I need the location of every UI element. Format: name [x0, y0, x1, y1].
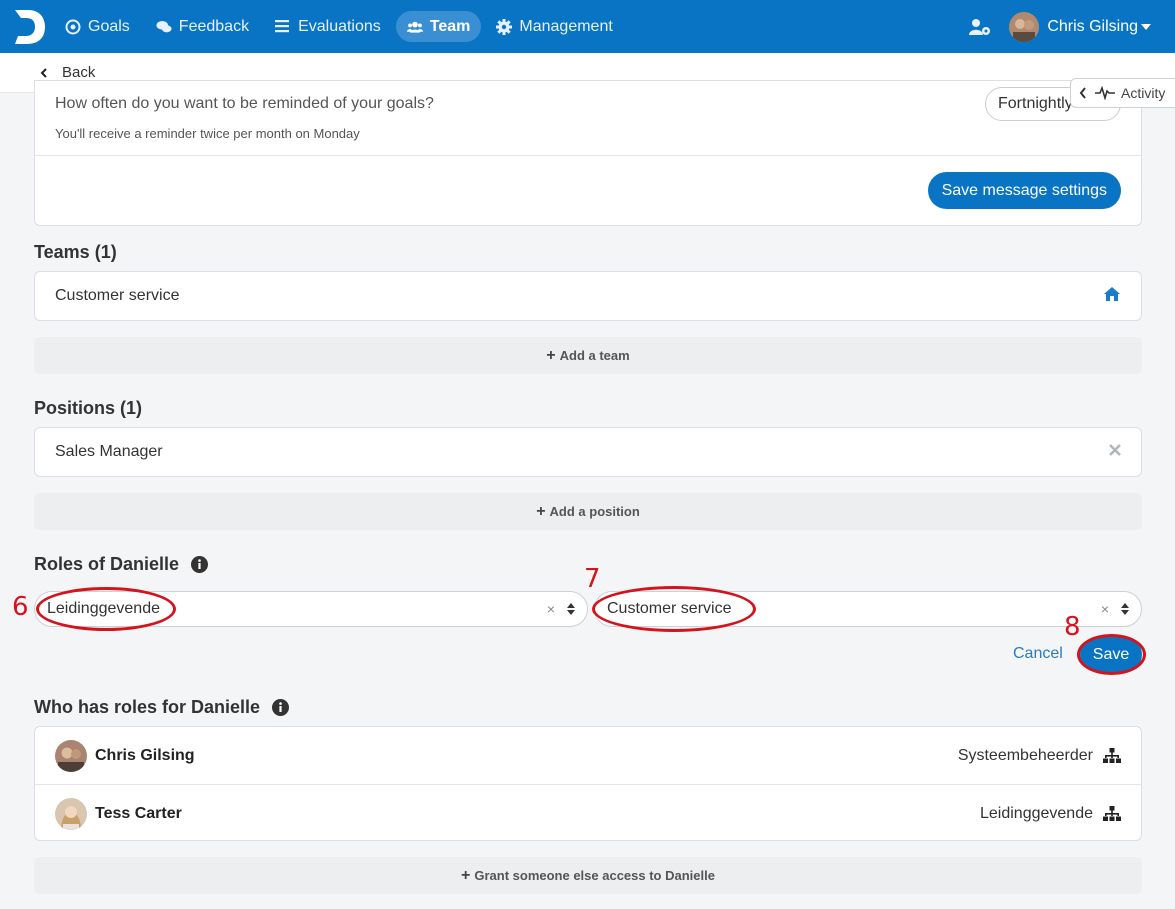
nav-evaluations-label: Evaluations — [298, 17, 381, 35]
caret-down-icon — [1141, 23, 1151, 30]
clear-role-icon[interactable]: × — [547, 601, 555, 617]
list-item[interactable]: Tess Carter Leidinggevende — [35, 785, 1141, 842]
org-chart-icon — [1103, 747, 1121, 764]
position-name: Sales Manager — [55, 443, 163, 460]
app-logo[interactable] — [8, 6, 50, 48]
chevron-left-icon — [1079, 87, 1089, 99]
sort-icon — [1121, 602, 1129, 616]
back-label: Back — [62, 64, 96, 81]
person-name: Tess Carter — [95, 804, 182, 822]
save-message-settings-button[interactable]: Save message settings — [927, 172, 1121, 209]
team-select[interactable]: Customer service × — [594, 591, 1142, 627]
nav-team-label: Team — [429, 17, 471, 35]
logo-d-icon — [15, 9, 45, 44]
user-settings-icon[interactable] — [969, 18, 991, 36]
user-avatar[interactable] — [1009, 11, 1040, 42]
message-settings-card: How often do you want to be reminded of … — [34, 80, 1142, 226]
person-role: Systeembeheerder — [957, 746, 1093, 764]
team-select-value: Customer service — [607, 600, 732, 617]
nav-goals[interactable]: Goals — [54, 11, 141, 42]
comments-icon — [156, 19, 172, 35]
user-menu[interactable]: Chris Gilsing — [1047, 18, 1151, 36]
remove-icon[interactable] — [1109, 443, 1121, 461]
avatar — [55, 739, 87, 772]
info-icon[interactable] — [272, 699, 290, 716]
plus-icon: + — [461, 866, 471, 884]
info-icon[interactable] — [191, 556, 209, 573]
team-name: Customer service — [55, 287, 180, 304]
annotation-number-7: 7 — [584, 564, 601, 594]
reminder-subtitle: You'll receive a reminder twice per mont… — [55, 126, 360, 141]
top-navigation: Goals Feedback Evaluations Team Manageme… — [0, 0, 1175, 53]
who-has-roles-title: Who has roles for Danielle — [34, 697, 290, 718]
back-button[interactable]: Back — [40, 64, 95, 81]
user-name: Chris Gilsing — [1047, 17, 1138, 35]
person-role: Leidinggevende — [980, 804, 1093, 822]
person-name: Chris Gilsing — [95, 746, 195, 764]
add-position-label: Add a position — [549, 504, 640, 519]
nav-evaluations[interactable]: Evaluations — [264, 11, 392, 42]
teams-title: Teams (1) — [34, 242, 117, 263]
add-team-button[interactable]: + Add a team — [34, 337, 1142, 374]
pulse-icon — [1095, 86, 1115, 100]
nav-management-label: Management — [519, 17, 613, 35]
clear-team-icon[interactable]: × — [1101, 601, 1109, 617]
role-select-value: Leidinggevende — [47, 600, 160, 617]
teams-title-text: Teams (1) — [34, 242, 117, 262]
cancel-button[interactable]: Cancel — [1013, 645, 1063, 663]
save-button[interactable]: Save — [1080, 637, 1142, 672]
gear-icon — [496, 18, 513, 35]
activity-panel-toggle[interactable]: Activity — [1070, 78, 1175, 108]
role-select[interactable]: Leidinggevende × — [34, 591, 588, 627]
nav-goals-label: Goals — [88, 17, 130, 35]
sort-icon — [567, 602, 575, 616]
chevron-left-icon — [40, 67, 50, 78]
position-row: Sales Manager — [34, 427, 1142, 477]
who-has-roles-title-text: Who has roles for Danielle — [34, 697, 261, 717]
org-chart-icon — [1103, 805, 1121, 822]
nav-management[interactable]: Management — [485, 11, 623, 42]
reminder-question: How often do you want to be reminded of … — [55, 95, 434, 112]
positions-title-text: Positions (1) — [34, 398, 143, 418]
divider — [35, 155, 1141, 156]
list-item[interactable]: Chris Gilsing Systeembeheerder — [35, 727, 1141, 784]
nav-feedback[interactable]: Feedback — [145, 11, 260, 42]
team-row[interactable]: Customer service — [34, 271, 1142, 321]
target-icon — [65, 19, 81, 35]
users-icon — [406, 19, 423, 35]
nav-user-area: Chris Gilsing — [969, 0, 1175, 53]
grant-access-label: Grant someone else access to Danielle — [474, 868, 715, 883]
people-list: Chris Gilsing Systeembeheerder Tess Cart… — [34, 726, 1142, 841]
grant-access-button[interactable]: + Grant someone else access to Danielle — [34, 857, 1142, 894]
plus-icon: + — [546, 346, 556, 364]
add-position-button[interactable]: + Add a position — [34, 493, 1142, 530]
roles-title: Roles of Danielle — [34, 554, 209, 575]
annotation-number-8: 8 — [1064, 612, 1081, 642]
add-team-label: Add a team — [559, 348, 630, 363]
annotation-number-6: 6 — [12, 592, 29, 622]
nav-team[interactable]: Team — [395, 11, 482, 42]
nav-feedback-label: Feedback — [178, 17, 250, 35]
roles-title-text: Roles of Danielle — [34, 554, 180, 574]
activity-label: Activity — [1121, 85, 1166, 101]
positions-title: Positions (1) — [34, 398, 142, 419]
avatar — [55, 797, 87, 830]
home-icon[interactable] — [1103, 286, 1121, 307]
plus-icon: + — [536, 502, 546, 520]
list-icon — [275, 19, 291, 35]
